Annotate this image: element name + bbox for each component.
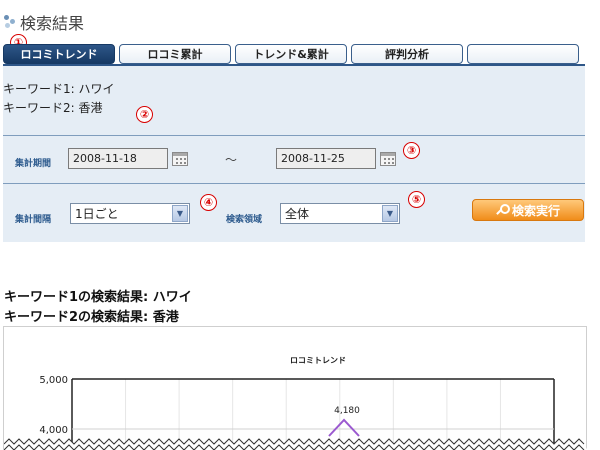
start-calendar-icon[interactable] xyxy=(172,152,188,166)
keyword-1: キーワード1: ハワイ xyxy=(3,82,115,96)
area-select[interactable]: 全体 ▼ xyxy=(280,203,400,224)
chart-title: ロコミトレンド xyxy=(290,356,346,365)
period-label: 集計期間 xyxy=(15,159,52,169)
tab-kuchikomi-total[interactable]: ロコミ累計 xyxy=(119,44,231,64)
y-tick-label: 4,000 xyxy=(39,425,68,436)
chevron-down-icon[interactable]: ▼ xyxy=(382,205,398,222)
period-separator: ～ xyxy=(225,153,238,167)
area-label: 検索領域 xyxy=(226,215,263,225)
area-select-value: 全体 xyxy=(285,207,310,221)
chevron-down-icon[interactable]: ▼ xyxy=(172,205,188,222)
page-header: 検索結果 xyxy=(4,10,84,34)
tab-trend-and-total[interactable]: トレンド&累計 xyxy=(235,44,347,64)
tab-reputation-analysis[interactable]: 評判分析 xyxy=(351,44,463,64)
interval-label: 集計間隔 xyxy=(15,215,52,225)
title-dots-icon xyxy=(4,14,16,30)
search-execute-button[interactable]: 検索実行 xyxy=(472,199,584,221)
keyword-block: キーワード1: ハワイ キーワード2: 香港 xyxy=(3,80,115,118)
series-line xyxy=(328,418,360,437)
interval-select-value: 1日ごと xyxy=(75,207,119,221)
panel-divider xyxy=(3,135,585,136)
marker-5: ⑤ xyxy=(408,191,425,208)
trend-chart: ロコミトレンド 5,000 4,000 4,180 xyxy=(3,326,588,450)
data-label: 4,180 xyxy=(334,406,360,416)
end-calendar-icon[interactable] xyxy=(380,152,396,166)
trend-chart-svg: ロコミトレンド 5,000 4,000 4,180 xyxy=(4,356,588,450)
marker-2: ② xyxy=(136,106,153,123)
start-date-input[interactable]: 2008-11-18 xyxy=(68,148,168,169)
panel-divider xyxy=(3,183,585,184)
tab-kuchikomi-trend[interactable]: ロコミトレンド xyxy=(3,44,115,64)
end-date-input[interactable]: 2008-11-25 xyxy=(276,148,376,169)
search-icon xyxy=(496,204,510,216)
keyword-2: キーワード2: 香港 xyxy=(3,101,103,115)
result-heading-1: キーワード1の検索結果: ハワイ xyxy=(4,290,192,305)
interval-select[interactable]: 1日ごと ▼ xyxy=(70,203,190,224)
plot-area: 5,000 4,000 4,180 xyxy=(4,375,588,450)
search-execute-label: 検索実行 xyxy=(511,203,560,218)
tab-empty[interactable] xyxy=(467,44,579,64)
marker-4: ④ xyxy=(200,194,217,211)
result-heading-2: キーワード2の検索結果: 香港 xyxy=(4,310,179,325)
marker-3: ③ xyxy=(403,142,420,159)
y-tick-label: 5,000 xyxy=(39,375,68,386)
page-title: 検索結果 xyxy=(20,14,85,33)
tab-bar: ロコミトレンド ロコミ累計 トレンド&累計 評判分析 xyxy=(3,44,585,66)
